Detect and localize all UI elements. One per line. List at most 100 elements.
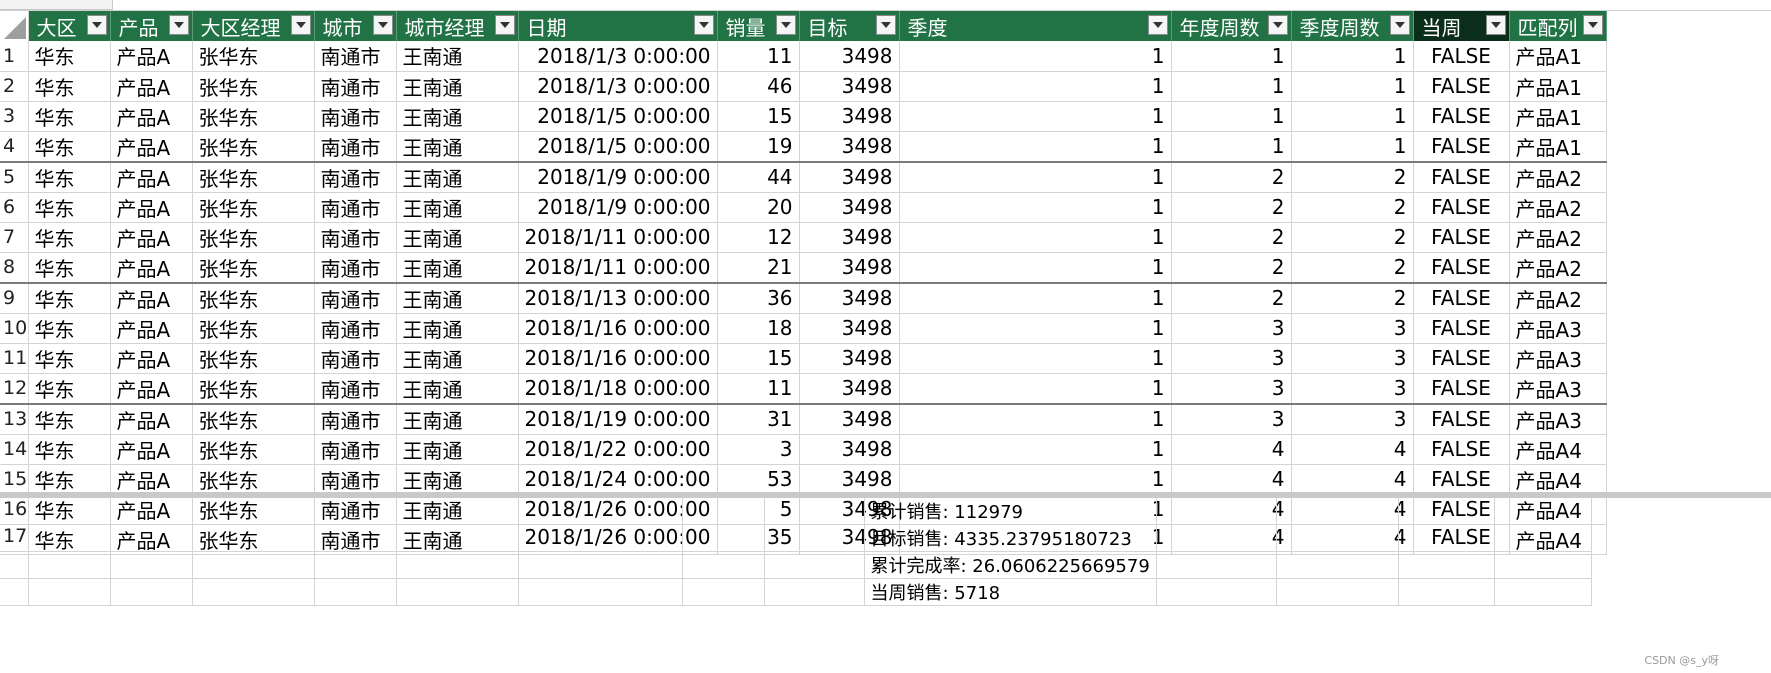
table-cell[interactable]: 36 xyxy=(717,282,800,314)
table-cell[interactable]: 王南通 xyxy=(396,343,519,374)
empty-cell[interactable] xyxy=(1398,551,1495,579)
table-cell[interactable]: 1 xyxy=(1171,101,1292,132)
empty-cell[interactable] xyxy=(314,498,397,525)
table-cell[interactable]: 张华东 xyxy=(192,373,315,405)
table-cell[interactable]: 3498 xyxy=(799,403,900,435)
col-header-target[interactable]: 目标 xyxy=(799,11,900,41)
table-cell[interactable]: 3 xyxy=(1291,343,1414,374)
table-cell[interactable]: 张华东 xyxy=(192,41,315,72)
col-header-city-manager[interactable]: 城市经理 xyxy=(396,11,519,41)
table-cell[interactable]: 1 xyxy=(1291,131,1414,163)
table-cell[interactable]: 3 xyxy=(1291,403,1414,435)
empty-cell[interactable] xyxy=(396,524,519,552)
table-cell[interactable]: 产品A3 xyxy=(1509,343,1607,374)
table-cell[interactable]: 11 xyxy=(717,41,800,72)
table-cell[interactable]: 3498 xyxy=(799,313,900,344)
table-cell[interactable]: 南通市 xyxy=(314,343,397,374)
table-cell[interactable]: 1 xyxy=(899,192,1172,223)
table-cell[interactable]: 3498 xyxy=(799,373,900,405)
filter-dropdown-icon[interactable] xyxy=(1147,15,1168,35)
table-cell[interactable]: FALSE xyxy=(1413,131,1510,163)
table-cell[interactable]: 3 xyxy=(1171,313,1292,344)
table-cell[interactable]: 产品A3 xyxy=(1509,403,1607,435)
table-cell[interactable]: 2018/1/13 0:00:00 xyxy=(518,282,718,314)
filter-dropdown-icon[interactable] xyxy=(372,15,393,35)
empty-cell[interactable] xyxy=(518,551,683,579)
table-cell[interactable]: 1 xyxy=(899,161,1172,193)
row-number[interactable]: 4 xyxy=(0,131,29,163)
row-number[interactable]: 8 xyxy=(0,252,29,284)
empty-cell[interactable] xyxy=(1276,551,1399,579)
empty-cell[interactable] xyxy=(1156,578,1277,606)
empty-cell[interactable] xyxy=(0,498,29,525)
filter-dropdown-icon[interactable] xyxy=(1582,15,1603,35)
empty-cell[interactable] xyxy=(1398,524,1495,552)
empty-cell[interactable] xyxy=(1398,498,1495,525)
empty-cell[interactable] xyxy=(764,498,865,525)
table-cell[interactable]: 产品A2 xyxy=(1509,282,1607,314)
table-cell[interactable]: 3498 xyxy=(799,101,900,132)
table-cell[interactable]: 4 xyxy=(1291,464,1414,495)
table-cell[interactable]: 华东 xyxy=(28,131,111,163)
table-cell[interactable]: 产品A xyxy=(110,343,193,374)
table-cell[interactable]: 南通市 xyxy=(314,403,397,435)
table-cell[interactable]: 15 xyxy=(717,343,800,374)
table-cell[interactable]: FALSE xyxy=(1413,403,1510,435)
table-cell[interactable]: 产品A xyxy=(110,373,193,405)
table-cell[interactable]: 南通市 xyxy=(314,464,397,495)
table-cell[interactable]: 华东 xyxy=(28,161,111,193)
table-cell[interactable]: 华东 xyxy=(28,373,111,405)
table-cell[interactable]: 2 xyxy=(1291,192,1414,223)
table-cell[interactable]: 4 xyxy=(1291,434,1414,465)
table-cell[interactable]: 2 xyxy=(1291,161,1414,193)
table-cell[interactable]: 2 xyxy=(1291,222,1414,253)
table-cell[interactable]: FALSE xyxy=(1413,41,1510,72)
table-cell[interactable]: 南通市 xyxy=(314,313,397,344)
empty-cell[interactable] xyxy=(110,524,193,552)
table-cell[interactable]: 张华东 xyxy=(192,252,315,284)
col-header-product[interactable]: 产品 xyxy=(110,11,193,41)
col-header-quarter[interactable]: 季度 xyxy=(899,11,1172,41)
table-cell[interactable]: 产品A xyxy=(110,252,193,284)
table-cell[interactable]: 华东 xyxy=(28,192,111,223)
table-cell[interactable]: 19 xyxy=(717,131,800,163)
table-cell[interactable]: 产品A2 xyxy=(1509,252,1607,284)
table-cell[interactable]: 张华东 xyxy=(192,131,315,163)
table-cell[interactable]: 王南通 xyxy=(396,464,519,495)
empty-cell[interactable] xyxy=(518,578,683,606)
row-number[interactable]: 7 xyxy=(0,222,29,253)
table-cell[interactable]: 2018/1/22 0:00:00 xyxy=(518,434,718,465)
row-number[interactable]: 11 xyxy=(0,343,29,374)
measure-value[interactable]: 目标销售: 4335.23795180723 xyxy=(864,524,1157,552)
col-header-region-manager[interactable]: 大区经理 xyxy=(192,11,315,41)
row-number[interactable]: 5 xyxy=(0,161,29,193)
empty-cell[interactable] xyxy=(396,578,519,606)
table-cell[interactable]: 南通市 xyxy=(314,131,397,163)
table-cell[interactable]: 产品A1 xyxy=(1509,41,1607,72)
table-cell[interactable]: 3 xyxy=(1171,403,1292,435)
table-cell[interactable]: 张华东 xyxy=(192,464,315,495)
empty-cell[interactable] xyxy=(682,551,765,579)
table-cell[interactable]: 王南通 xyxy=(396,101,519,132)
filter-dropdown-icon[interactable] xyxy=(775,15,796,35)
table-cell[interactable]: 产品A xyxy=(110,403,193,435)
empty-cell[interactable] xyxy=(1398,578,1495,606)
table-cell[interactable]: 王南通 xyxy=(396,41,519,72)
table-cell[interactable]: 王南通 xyxy=(396,131,519,163)
table-cell[interactable]: 3498 xyxy=(799,41,900,72)
table-cell[interactable]: 华东 xyxy=(28,222,111,253)
empty-cell[interactable] xyxy=(314,551,397,579)
row-number[interactable]: 12 xyxy=(0,373,29,405)
table-cell[interactable]: 3 xyxy=(1171,373,1292,405)
table-cell[interactable]: 华东 xyxy=(28,41,111,72)
table-cell[interactable]: 产品A xyxy=(110,282,193,314)
empty-cell[interactable] xyxy=(192,524,315,552)
table-cell[interactable]: 12 xyxy=(717,222,800,253)
table-cell[interactable]: 44 xyxy=(717,161,800,193)
table-cell[interactable]: 4 xyxy=(1171,434,1292,465)
table-cell[interactable]: FALSE xyxy=(1413,101,1510,132)
empty-cell[interactable] xyxy=(1494,578,1592,606)
table-cell[interactable]: 2018/1/9 0:00:00 xyxy=(518,161,718,193)
table-cell[interactable]: 产品A xyxy=(110,131,193,163)
table-cell[interactable]: 华东 xyxy=(28,282,111,314)
